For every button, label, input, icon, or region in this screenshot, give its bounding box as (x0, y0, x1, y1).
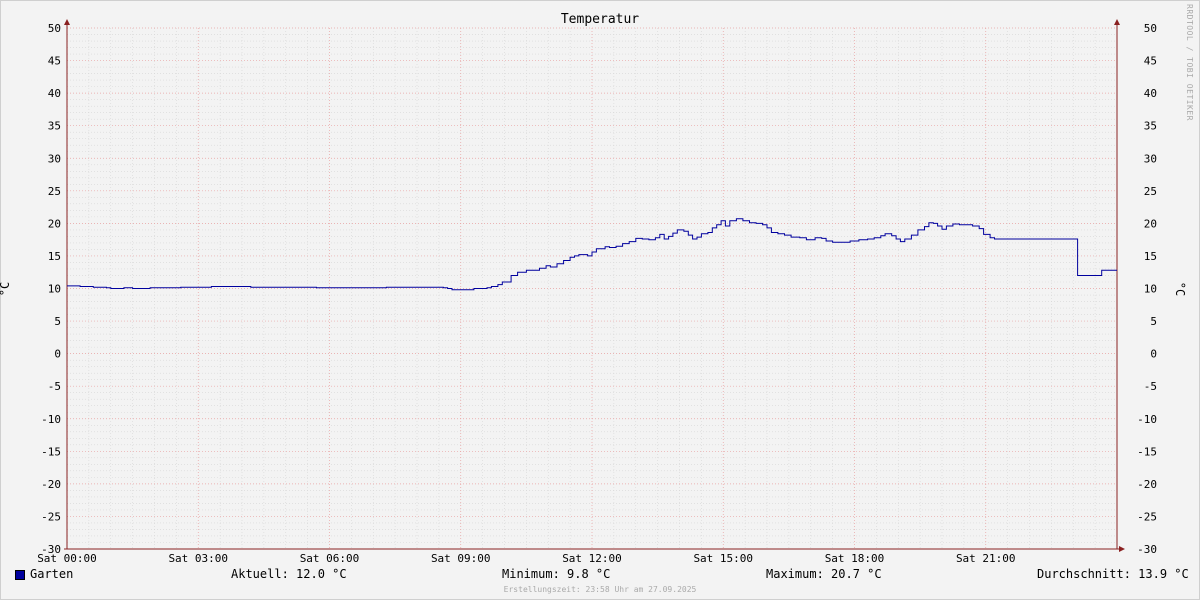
x-axis-arrow (1119, 546, 1125, 552)
legend-average: Durchschnitt: 13.9 °C (1037, 567, 1189, 581)
y-tick-label-right: 40 (1144, 87, 1157, 100)
y-axis-arrow-left (64, 19, 70, 25)
y-tick-label-left: 45 (48, 55, 61, 68)
y-tick-label-right: 15 (1144, 250, 1157, 263)
x-tick-label: Sat 06:00 (300, 552, 360, 565)
legend-swatch-garten (15, 570, 25, 580)
y-tick-label-left: 20 (48, 217, 61, 230)
y-axis-label-right: °C (1173, 282, 1187, 296)
x-tick-label: Sat 18:00 (825, 552, 885, 565)
y-tick-label-right: 50 (1144, 22, 1157, 35)
temperature-chart: 50 5045 4540 4035 3530 3025 2520 2015 1510 105 50 0… (0, 12, 1187, 565)
y-tick-label-right: 5 (1150, 315, 1157, 328)
legend-current: Aktuell: 12.0 °C (231, 567, 347, 581)
x-tick-label: Sat 03:00 (168, 552, 228, 565)
x-tick-label: Sat 12:00 (562, 552, 622, 565)
y-tick-label-right: -15 (1137, 445, 1157, 458)
y-tick-label-left: 40 (48, 87, 61, 100)
y-tick-label-left: -20 (41, 478, 61, 491)
y-tick-label-left: 50 (48, 22, 61, 35)
watermark: RRDTOOL / TOBI OETIKER (1185, 4, 1194, 121)
y-tick-label-right: 20 (1144, 217, 1157, 230)
x-tick-label: Sat 15:00 (693, 552, 753, 565)
y-tick-label-left: 5 (54, 315, 61, 328)
y-tick-label-right: 25 (1144, 185, 1157, 198)
y-tick-label-left: 10 (48, 283, 61, 296)
legend-series-name: Garten (30, 567, 74, 581)
y-tick-label-left: -15 (41, 445, 61, 458)
y-tick-label-left: 15 (48, 250, 61, 263)
y-tick-label-right: 30 (1144, 152, 1157, 165)
x-tick-label: Sat 00:00 (37, 552, 97, 565)
y-tick-label-left: 25 (48, 185, 61, 198)
chart-title: Temperatur (561, 12, 639, 27)
y-tick-label-right: 0 (1150, 348, 1157, 361)
y-tick-label-right: -30 (1137, 543, 1157, 556)
y-axis-arrow-right (1114, 19, 1120, 25)
y-tick-label-right: -5 (1144, 380, 1157, 393)
y-tick-label-right: -25 (1137, 510, 1157, 523)
y-tick-label-right: 45 (1144, 55, 1157, 68)
axes (64, 19, 1125, 552)
y-tick-label-left: -10 (41, 413, 61, 426)
legend-maximum: Maximum: 20.7 °C (766, 567, 882, 581)
y-tick-label-right: -20 (1137, 478, 1157, 491)
y-tick-label-left: 35 (48, 120, 61, 133)
y-tick-label-left: -25 (41, 510, 61, 523)
grid (66, 27, 1117, 550)
y-axis-label-left: °C (0, 282, 12, 296)
y-tick-label-left: 0 (54, 348, 61, 361)
legend-minimum: Minimum: 9.8 °C (502, 567, 611, 581)
x-tick-label: Sat 21:00 (956, 552, 1016, 565)
y-tick-label-left: -5 (48, 380, 61, 393)
y-tick-label-right: 10 (1144, 283, 1157, 296)
y-tick-label-right: -10 (1137, 413, 1157, 426)
y-tick-label-right: 35 (1144, 120, 1157, 133)
x-tick-label: Sat 09:00 (431, 552, 491, 565)
creation-time-footer: Erstellungszeit: 23:58 Uhr am 27.09.2025 (503, 585, 697, 594)
y-tick-label-left: 30 (48, 152, 61, 165)
